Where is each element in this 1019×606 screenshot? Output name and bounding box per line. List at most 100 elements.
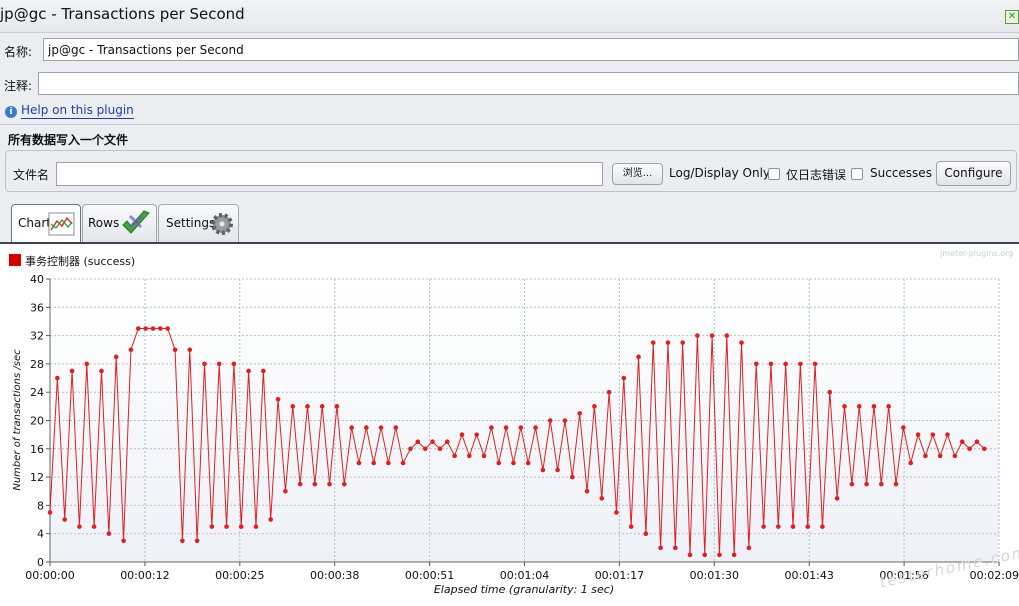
data-point (261, 368, 266, 374)
x-tick-label: 00:01:17 (595, 569, 644, 582)
browse-button[interactable]: 浏览... (612, 163, 663, 185)
filename-field[interactable] (56, 162, 603, 186)
data-point (643, 531, 649, 536)
data-point (628, 524, 634, 529)
data-point (547, 418, 553, 423)
data-point (680, 340, 685, 345)
y-tick-label: 16 (30, 443, 44, 456)
data-point (731, 552, 737, 558)
data-point (319, 404, 325, 409)
data-point (511, 460, 516, 466)
data-point (805, 524, 811, 529)
data-point (113, 354, 119, 360)
data-point (570, 474, 575, 480)
data-point (915, 432, 921, 437)
y-tick-label: 40 (30, 273, 44, 286)
data-point (636, 354, 641, 360)
window-title: jp@gc - Transactions per Second (0, 5, 245, 23)
errors-only-checkbox[interactable] (768, 168, 780, 180)
data-point (128, 347, 134, 353)
help-link[interactable]: Help on this plugin (21, 103, 134, 119)
data-point (341, 481, 347, 487)
data-point (856, 404, 862, 409)
x-axis-label: Elapsed time (granularity: 1 sec) (434, 583, 614, 596)
data-point (283, 488, 288, 494)
data-point (121, 538, 126, 544)
data-point (268, 517, 273, 522)
successes-checkbox[interactable] (851, 168, 863, 180)
name-field[interactable] (43, 38, 1019, 61)
data-point (952, 453, 958, 459)
legend-swatch (9, 254, 21, 266)
x-tick-label: 00:01:04 (500, 569, 549, 582)
data-point (158, 326, 163, 331)
y-tick-label: 0 (37, 556, 44, 569)
tab-rows-label: Rows (88, 216, 120, 230)
data-point (408, 446, 413, 452)
data-point (761, 524, 766, 529)
data-point (231, 361, 237, 367)
data-point (444, 439, 450, 445)
data-point (238, 524, 244, 529)
tab-chart[interactable]: Chart (11, 204, 81, 244)
data-point (496, 460, 502, 466)
data-point (665, 340, 671, 345)
data-point (783, 361, 788, 367)
data-point (937, 453, 943, 459)
tab-rows[interactable]: Rows (82, 204, 157, 242)
data-point (305, 404, 310, 409)
data-point (349, 425, 354, 430)
x-tick-label: 00:00:38 (310, 569, 359, 582)
comment-field[interactable] (38, 72, 1019, 95)
data-point (378, 425, 384, 430)
configure-button[interactable]: Configure (936, 161, 1011, 186)
tab-settings[interactable]: Settings (158, 204, 239, 242)
data-point (290, 404, 296, 409)
data-point (430, 439, 435, 445)
data-point (106, 531, 112, 536)
data-point (739, 340, 744, 345)
data-point (452, 453, 457, 459)
data-point (658, 545, 663, 551)
data-point (864, 481, 869, 487)
data-point (503, 425, 509, 430)
y-tick-label: 36 (30, 301, 44, 314)
data-point (165, 326, 171, 331)
data-point (606, 389, 612, 395)
data-point (47, 510, 53, 515)
data-point (901, 425, 906, 430)
data-point (650, 340, 656, 345)
x-tick-label: 00:01:30 (690, 569, 739, 582)
data-point (474, 432, 479, 437)
info-icon: i (5, 106, 17, 118)
checkmark-icon (122, 210, 150, 234)
comment-label: 注释: (4, 79, 33, 93)
data-point (930, 432, 936, 437)
y-tick-label: 12 (30, 471, 44, 484)
data-point (923, 453, 928, 459)
data-point (893, 481, 899, 487)
data-point (216, 361, 222, 367)
data-point (842, 404, 847, 409)
data-point (386, 460, 391, 466)
data-point (334, 404, 340, 409)
data-point (297, 481, 303, 487)
data-point (253, 524, 259, 529)
x-tick-label: 00:00:51 (405, 569, 454, 582)
data-point (981, 446, 987, 452)
data-point (709, 333, 715, 338)
data-point (525, 460, 531, 466)
data-point (849, 481, 855, 487)
data-point (768, 361, 774, 367)
x-ticks: 00:00:00 00:00:12 00:00:25 00:00:38 00:00:51… (25, 569, 1019, 582)
x-tick-label: 00:00:25 (215, 569, 264, 582)
data-point (202, 361, 207, 367)
data-point (614, 510, 619, 515)
data-point (187, 347, 193, 353)
data-point (673, 545, 678, 551)
data-point (55, 375, 60, 381)
data-point (687, 552, 693, 558)
data-point (364, 425, 369, 430)
data-point (621, 375, 627, 381)
close-icon[interactable]: ✕ (1005, 10, 1019, 24)
